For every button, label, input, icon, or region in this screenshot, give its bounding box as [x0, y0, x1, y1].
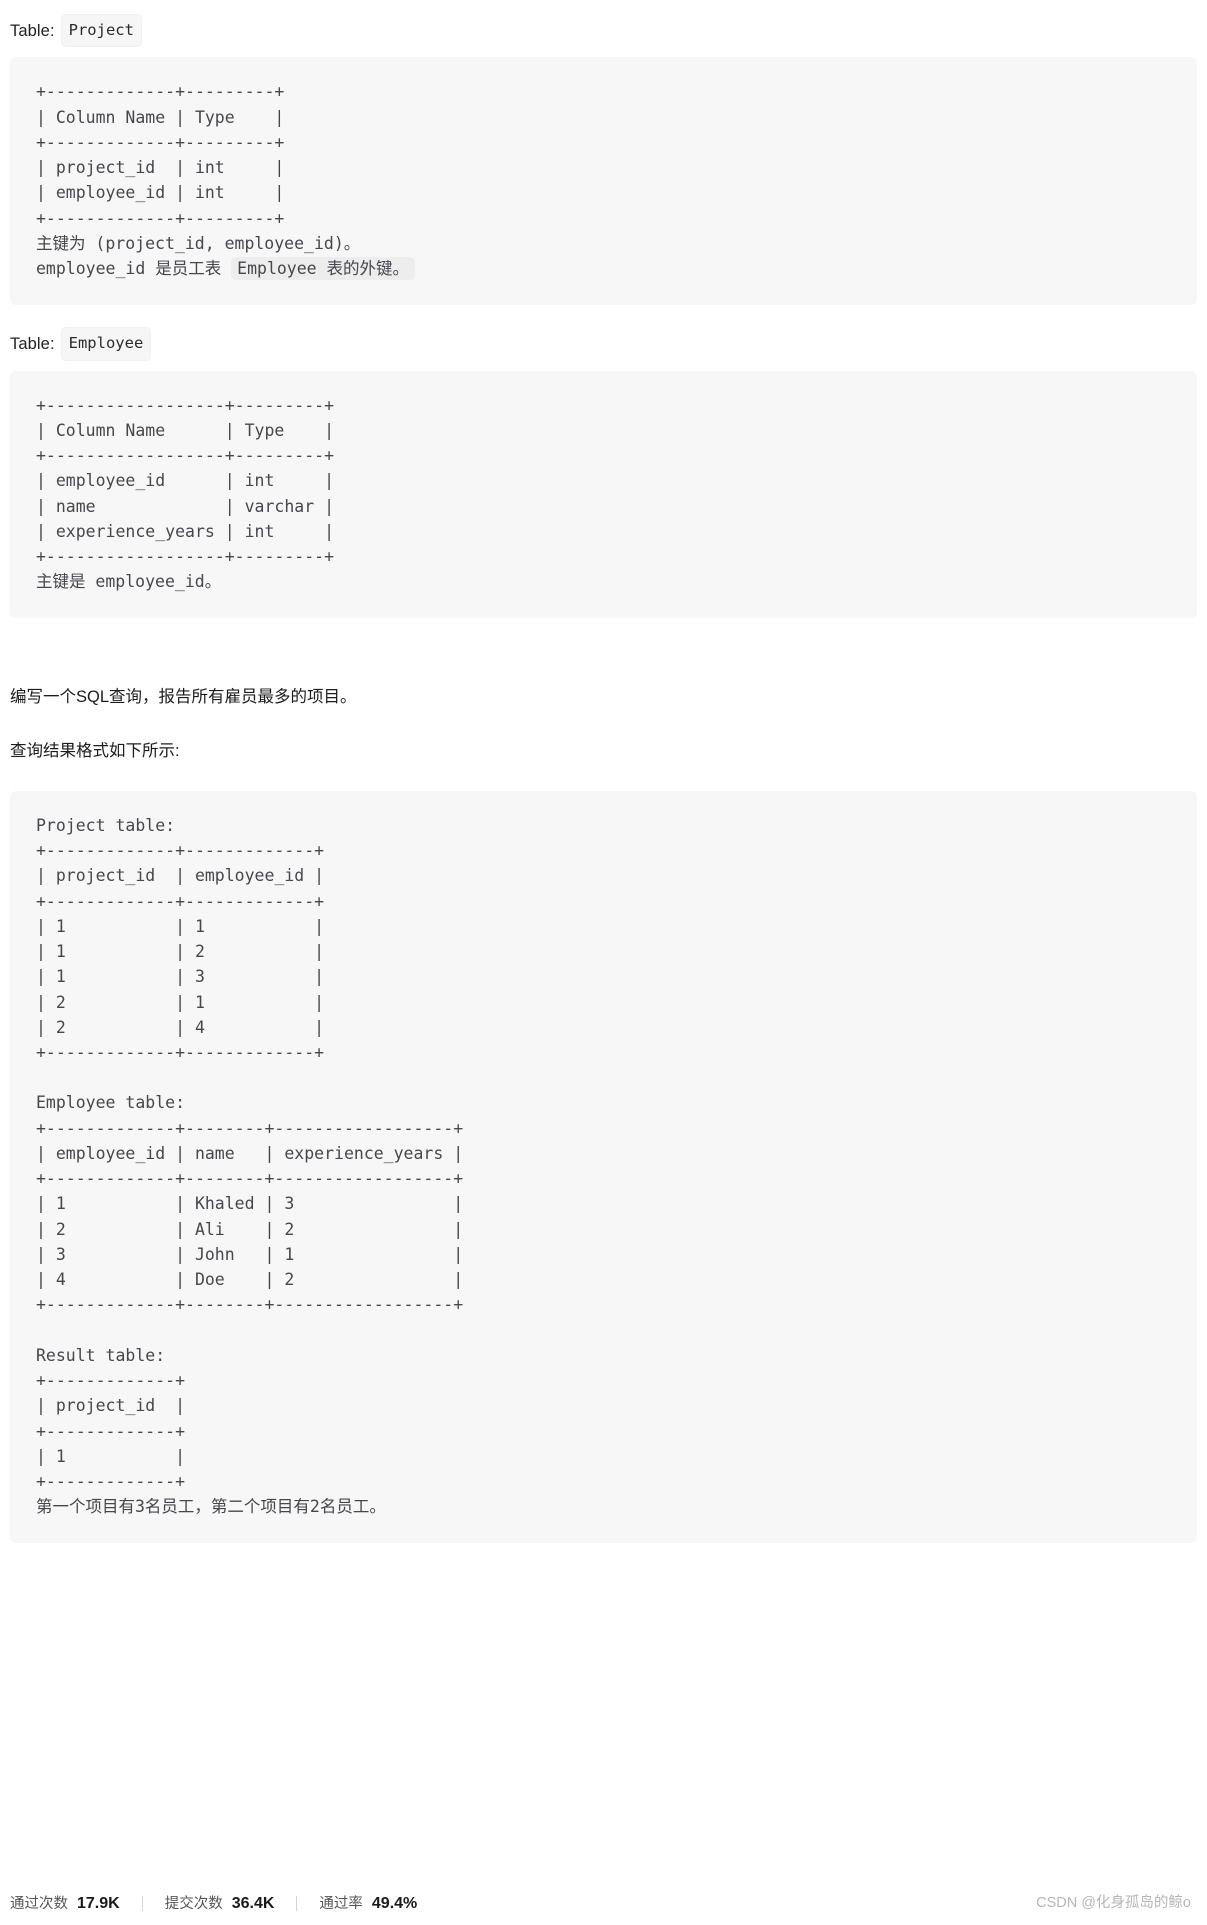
project-table-name-chip: Project: [60, 14, 142, 48]
example-project-title: Project table:: [36, 815, 176, 835]
stat-accepted: 通过次数 17.9K: [10, 1890, 142, 1917]
example-project-ascii: +-------------+-------------+ | project_…: [36, 841, 325, 1062]
watermark: CSDN @化身孤岛的鲸o: [1036, 1895, 1191, 1912]
question-text: 编写一个SQL查询，报告所有雇员最多的项目。: [10, 688, 357, 707]
employee-schema-codeblock: +------------------+---------+ | Column …: [10, 370, 1197, 619]
example-codeblock: Project table: +-------------+----------…: [10, 790, 1197, 1544]
example-gap-2: [36, 1318, 1171, 1343]
project-primary-key-note: 主键为 (project_id, employee_id)。: [36, 233, 361, 253]
stat-submissions: 提交次数 36.4K: [143, 1890, 297, 1917]
stat-submissions-label: 提交次数: [164, 1895, 223, 1912]
project-foreign-key-note-text: employee_id 是员工表: [36, 258, 232, 278]
employee-table-label-prefix: Table:: [10, 334, 55, 353]
employee-primary-key-note: 主键是 employee_id。: [36, 572, 222, 592]
footer-bar: 通过次数 17.9K 提交次数 36.4K 通过率 49.4% CSDN @化身…: [0, 1890, 1207, 1917]
stat-acceptance-rate-value: 49.4%: [371, 1894, 418, 1912]
stat-acceptance-rate-label: 通过率: [319, 1895, 363, 1912]
stat-submissions-value: 36.4K: [231, 1894, 275, 1912]
example-employee-ascii: +-------------+--------+----------------…: [36, 1118, 464, 1315]
stats-group: 通过次数 17.9K 提交次数 36.4K 通过率 49.4%: [10, 1890, 439, 1917]
project-foreign-key-chip: Employee 表的外键。: [231, 256, 416, 280]
result-format-hint: 查询结果格式如下所示:: [10, 741, 180, 760]
problem-page: Table: Project +-------------+---------+…: [0, 14, 1207, 1544]
project-foreign-key-note: employee_id 是员工表 Employee 表的外键。: [36, 256, 1171, 281]
example-explanation: 第一个项目有3名员工，第二个项目有2名员工。: [36, 1497, 386, 1517]
stat-acceptance-rate: 通过率 49.4%: [297, 1890, 439, 1917]
example-gap-1: [36, 1065, 1171, 1090]
example-result-title: Result table:: [36, 1345, 166, 1365]
employee-table-name-chip: Employee: [60, 327, 152, 361]
project-schema-ascii: +-------------+---------+ | Column Name …: [36, 82, 285, 228]
project-table-label: Table: Project: [10, 14, 1197, 48]
project-table-label-prefix: Table:: [10, 21, 55, 40]
project-schema-codeblock: +-------------+---------+ | Column Name …: [10, 57, 1197, 306]
stat-accepted-label: 通过次数: [10, 1895, 68, 1912]
employee-schema-ascii: +------------------+---------+ | Column …: [36, 395, 335, 566]
example-employee-title: Employee table:: [36, 1093, 186, 1113]
employee-table-label: Table: Employee: [10, 327, 1197, 361]
stat-accepted-value: 17.9K: [77, 1894, 120, 1912]
example-result-ascii: +-------------+ | project_id | +--------…: [36, 1371, 186, 1491]
